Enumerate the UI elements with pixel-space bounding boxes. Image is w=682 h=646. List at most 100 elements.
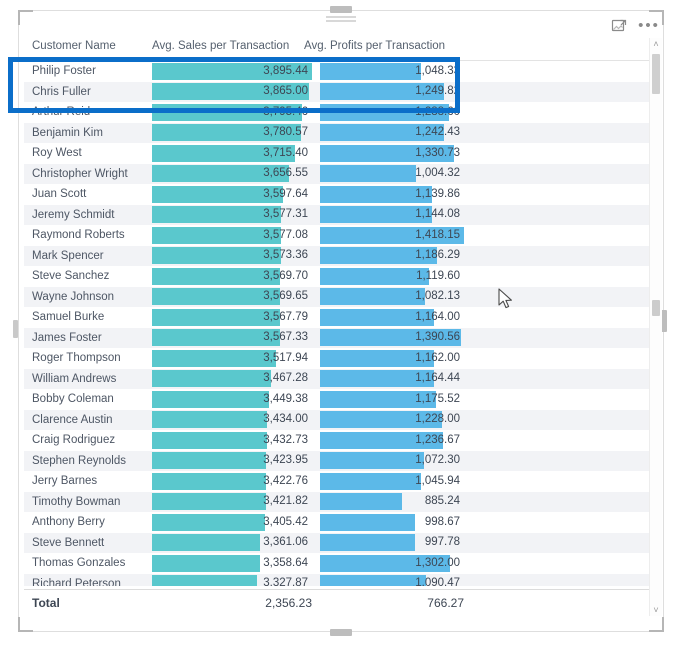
more-options-glyph: •••	[638, 17, 660, 34]
cell-avg-sales: 3,656.55	[152, 165, 312, 182]
cell-avg-profits: 1,144.08	[320, 206, 464, 223]
table-row[interactable]: Roy West 3,715.40 1,330.73	[24, 143, 658, 164]
table-row[interactable]: Stephen Reynolds 3,423.95 1,072.30	[24, 450, 658, 471]
cell-avg-profits: 1,045.94	[320, 472, 464, 490]
resize-handle-left[interactable]	[13, 320, 18, 338]
cell-value-profit: 998.67	[424, 515, 460, 528]
column-header-avg-profits[interactable]: Avg. Profits per Transaction	[304, 40, 464, 52]
table-row[interactable]: Chris Fuller 3,865.00 1,249.82	[24, 81, 658, 102]
cell-avg-sales: 3,361.06	[152, 534, 312, 551]
cell-avg-sales: 3,865.00	[152, 83, 312, 100]
cell-value-profit: 1,288.60	[415, 105, 460, 118]
cell-customer-name: Wayne Johnson	[32, 290, 115, 303]
cell-avg-sales: 3,449.38	[152, 390, 312, 408]
table-row[interactable]: Anthony Berry 3,405.42 998.67	[24, 512, 658, 533]
databar-sales	[152, 411, 268, 428]
scroll-up-arrow-icon[interactable]: ˄	[650, 38, 662, 50]
scrollbar-thumb[interactable]	[652, 54, 660, 94]
cell-value-sales: 3,422.76	[263, 474, 308, 487]
cell-avg-profits: 1,164.00	[320, 308, 464, 326]
cell-avg-profits: 1,228.00	[320, 411, 464, 428]
cell-avg-sales: 3,567.79	[152, 308, 312, 326]
table-row[interactable]: Bobby Coleman 3,449.38 1,175.52	[24, 389, 658, 410]
cell-value-profit: 1,175.52	[415, 392, 460, 405]
table-row[interactable]: Richard Peterson 3,327.87 1,090.47	[24, 573, 658, 586]
cell-value-sales: 3,467.28	[263, 372, 308, 384]
cell-avg-sales: 3,577.31	[152, 206, 312, 223]
cell-value-profit: 1,072.30	[415, 454, 460, 466]
databar-profit	[320, 575, 426, 586]
cell-value-sales: 3,715.40	[263, 146, 308, 159]
table-row[interactable]: Jeremy Schmidt 3,577.31 1,144.08	[24, 204, 658, 225]
cell-avg-profits: 1,330.73	[320, 144, 464, 162]
cell-avg-profits: 1,302.00	[320, 554, 464, 572]
cell-avg-sales: 3,597.64	[152, 185, 312, 203]
table-row[interactable]: Wayne Johnson 3,569.65 1,082.13	[24, 286, 658, 307]
table-row[interactable]: Samuel Burke 3,567.79 1,164.00	[24, 307, 658, 328]
cell-avg-sales: 3,423.95	[152, 452, 312, 469]
table-row[interactable]: Steve Sanchez 3,569.70 1,119.60	[24, 266, 658, 287]
table-row[interactable]: Craig Rodriguez 3,432.73 1,236.67	[24, 430, 658, 451]
table-row[interactable]: Timothy Bowman 3,421.82 885.24	[24, 491, 658, 512]
cell-avg-profits: 998.67	[320, 513, 464, 531]
databar-sales	[152, 431, 268, 449]
table-row[interactable]: Arthur Reid 3,795.46 1,288.60	[24, 102, 658, 123]
databar-sales	[152, 226, 282, 244]
cell-value-profit: 1,164.00	[415, 310, 460, 323]
databar-profit	[320, 62, 421, 80]
resize-handle-top[interactable]	[330, 6, 352, 13]
databar-sales	[152, 575, 258, 586]
cell-avg-sales: 3,327.87	[152, 575, 312, 586]
databar-sales	[152, 493, 267, 510]
cell-customer-name: Philip Foster	[32, 65, 96, 78]
cell-avg-sales: 3,569.65	[152, 288, 312, 305]
cell-value-profit: 1,249.82	[415, 85, 460, 97]
cell-value-profit: 1,162.00	[415, 351, 460, 364]
table-total-row: Total 2,356.23 766.27	[24, 589, 658, 616]
cell-avg-sales: 3,422.76	[152, 472, 312, 490]
databar-profit	[320, 165, 416, 182]
cell-value-sales: 3,573.36	[263, 249, 308, 261]
table-row[interactable]: James Foster 3,567.33 1,390.56	[24, 327, 658, 348]
more-options-icon[interactable]: •••	[638, 17, 660, 35]
table-row[interactable]: William Andrews 3,467.28 1,164.44	[24, 368, 658, 389]
cell-avg-profits: 1,004.32	[320, 165, 464, 182]
drag-handle-lines[interactable]	[326, 16, 356, 23]
table-row[interactable]: Benjamin Kim 3,780.57 1,242.43	[24, 122, 658, 143]
cell-value-sales: 3,780.57	[263, 126, 308, 138]
table-row[interactable]: Clarence Austin 3,434.00 1,228.00	[24, 409, 658, 430]
vertical-scrollbar[interactable]: ˄ ˅	[649, 38, 662, 616]
cell-value-profit: 997.78	[424, 536, 460, 548]
cell-value-sales: 3,517.94	[263, 351, 308, 364]
table-row[interactable]: Steve Bennett 3,361.06 997.78	[24, 532, 658, 553]
table-row[interactable]: Thomas Gonzales 3,358.64 1,302.00	[24, 553, 658, 574]
table-row[interactable]: Christopher Wright 3,656.55 1,004.32	[24, 163, 658, 184]
cell-customer-name: Jerry Barnes	[32, 475, 98, 488]
table-row[interactable]: Raymond Roberts 3,577.08 1,418.15	[24, 225, 658, 246]
table-row[interactable]: Juan Scott 3,597.64 1,139.86	[24, 184, 658, 205]
total-value-sales: 2,356.23	[265, 596, 312, 610]
cell-value-profit: 1,302.00	[415, 556, 460, 569]
table-row[interactable]: Roger Thompson 3,517.94 1,162.00	[24, 348, 658, 369]
column-header-customer-name[interactable]: Customer Name	[32, 40, 116, 52]
cell-customer-name: Jeremy Schmidt	[32, 208, 115, 221]
cell-avg-profits: 1,236.67	[320, 431, 464, 449]
cell-value-profit: 1,004.32	[415, 167, 460, 179]
cell-value-sales: 3,567.33	[263, 331, 308, 343]
table-row[interactable]: Philip Foster 3,895.44 1,048.33	[24, 61, 658, 82]
table-body: Philip Foster 3,895.44 1,048.33 Chris Fulle…	[24, 61, 658, 586]
scroll-down-arrow-icon[interactable]: ˅	[650, 604, 662, 616]
cell-avg-profits: 1,090.47	[320, 575, 464, 586]
resize-handle-bottom[interactable]	[330, 629, 352, 636]
cell-value-profit: 1,048.33	[415, 64, 460, 77]
cell-avg-profits: 1,082.13	[320, 288, 464, 305]
power-bi-table-visual: ••• Customer Name Avg. Sales per Transac…	[0, 0, 682, 646]
focus-mode-icon[interactable]	[610, 17, 628, 35]
table-row[interactable]: Jerry Barnes 3,422.76 1,045.94	[24, 471, 658, 492]
table-row[interactable]: Mark Spencer 3,573.36 1,186.29	[24, 245, 658, 266]
cell-customer-name: Timothy Bowman	[32, 495, 121, 508]
frame-edge-left	[18, 23, 19, 619]
cell-avg-sales: 3,358.64	[152, 554, 312, 572]
column-header-avg-sales[interactable]: Avg. Sales per Transaction	[152, 40, 312, 52]
cell-value-profit: 1,090.47	[415, 577, 460, 586]
